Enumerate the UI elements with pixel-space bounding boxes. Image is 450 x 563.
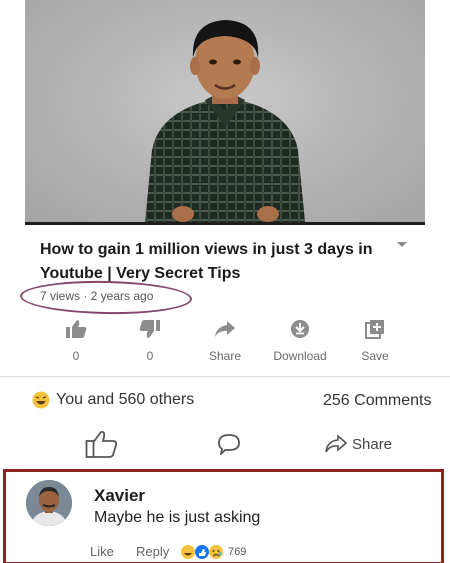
comments-count[interactable]: 256 Comments (323, 392, 432, 410)
thumbs-down-icon (110, 318, 190, 340)
save-icon (335, 318, 415, 340)
comment-outline-icon (218, 434, 240, 455)
like-button[interactable]: 0 (36, 318, 116, 363)
fb-like-button[interactable] (85, 428, 119, 460)
comment-text: Maybe he is just asking (94, 509, 261, 526)
share-icon (185, 318, 265, 340)
share-button[interactable]: Share (185, 318, 265, 363)
like-outline-icon (85, 430, 118, 458)
download-button[interactable]: Download (260, 318, 340, 363)
reactions-summary[interactable]: You and 560 others (32, 391, 194, 409)
comment-author[interactable]: Xavier (94, 486, 145, 506)
comment-card: Xavier Maybe he is just asking Like Repl… (3, 469, 444, 563)
fb-share-label: Share (352, 435, 393, 453)
video-progress-track[interactable] (25, 222, 425, 225)
chevron-down-icon[interactable] (395, 239, 409, 249)
fb-comment-button[interactable] (217, 428, 241, 460)
thumbs-up-icon (36, 318, 116, 340)
save-button[interactable]: Save (335, 318, 415, 363)
haha-emoji-icon (32, 391, 50, 409)
fb-share-button[interactable]: Share (325, 428, 392, 460)
dislike-button[interactable]: 0 (110, 318, 190, 363)
download-icon (260, 318, 340, 340)
divider (0, 376, 450, 377)
comment-reply-link[interactable]: Reply (136, 544, 169, 559)
video-player[interactable] (25, 0, 425, 222)
share-outline-icon (325, 434, 347, 453)
video-title: How to gain 1 million views in just 3 da… (40, 241, 373, 282)
comment-like-link[interactable]: Like (90, 544, 114, 559)
video-thumbnail (145, 20, 305, 222)
avatar[interactable] (26, 480, 72, 526)
reactions-text: You and 560 others (56, 391, 195, 408)
comment-reaction-count: 769 (228, 546, 247, 558)
reaction-emojis-icon[interactable] (180, 544, 226, 560)
